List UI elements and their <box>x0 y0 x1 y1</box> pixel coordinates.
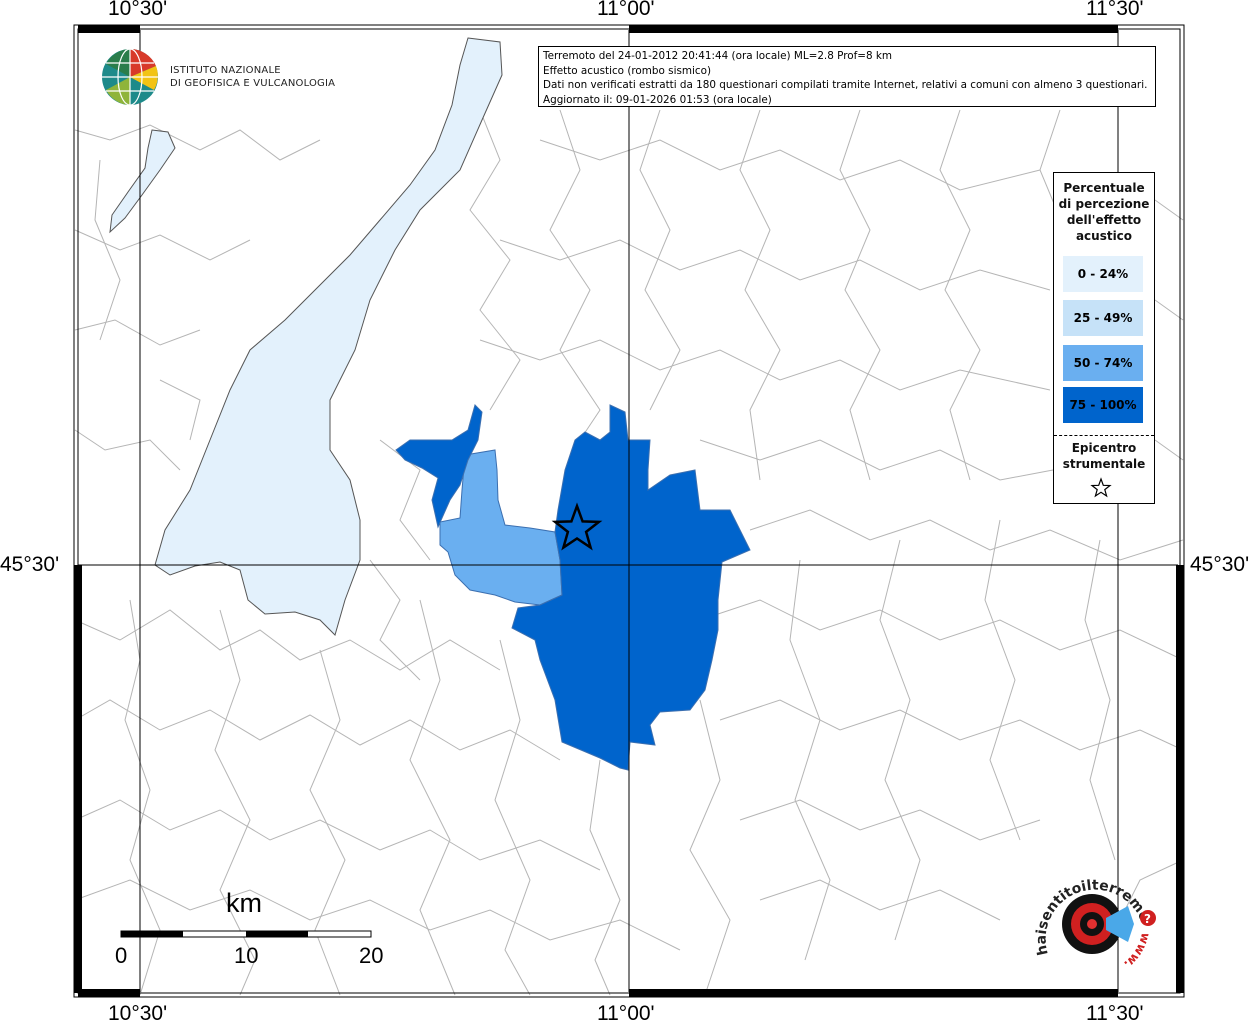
coord-bottom-1: 10°30' <box>108 1002 168 1025</box>
legend-epicenter-line2: strumentale <box>1062 457 1146 471</box>
intensity-areas <box>395 404 751 771</box>
legend-title-line4: acustico <box>1075 229 1133 243</box>
legend-item-50-74: 50 - 74% <box>1063 345 1143 381</box>
scale-bar <box>120 930 372 938</box>
coord-bottom-2: 11°00' <box>597 1002 655 1025</box>
legend-separator <box>1054 435 1154 436</box>
info-line-event: Terremoto del 24-01-2012 20:41:44 (ora l… <box>543 50 893 62</box>
coord-bottom-3: 11°30' <box>1086 1002 1144 1025</box>
scale-tick-20: 20 <box>359 943 384 968</box>
scale-tick-0: 0 <box>115 943 128 968</box>
earthquake-info-box: Terremoto del 24-01-2012 20:41:44 (ora l… <box>538 46 1156 107</box>
legend-epicenter-label: Epicentro strumentale <box>1054 440 1154 472</box>
legend-title-line2: di percezione <box>1058 197 1150 211</box>
legend-item-75-100: 75 - 100% <box>1063 387 1143 423</box>
scale-unit: km <box>226 888 262 918</box>
coord-top-3: 11°30' <box>1086 0 1144 20</box>
coord-left: 45°30' <box>0 553 60 576</box>
legend: Percentuale di percezione dell'effetto a… <box>1053 172 1155 504</box>
legend-title-line1: Percentuale <box>1063 181 1145 195</box>
ingv-name: ISTITUTO NAZIONALE DI GEOFISICA E VULCAN… <box>170 64 335 90</box>
coord-top-2: 11°00' <box>597 0 655 20</box>
legend-epicenter-line1: Epicentro <box>1071 441 1137 455</box>
haisentito-logo-icon[interactable]: haisentitoilterremoto.it www. ? <box>1030 862 1162 982</box>
coord-top-1: 10°30' <box>108 0 168 20</box>
coord-right: 45°30' <box>1190 553 1250 576</box>
legend-title: Percentuale di percezione dell'effetto a… <box>1054 180 1154 244</box>
ingv-name-line2: DI GEOFISICA E VULCANOLOGIA <box>170 78 336 89</box>
legend-item-25-49: 25 - 49% <box>1063 300 1143 336</box>
ingv-name-line1: ISTITUTO NAZIONALE <box>170 65 281 76</box>
legend-title-line3: dell'effetto <box>1066 213 1142 227</box>
info-line-updated: Aggiornato il: 09-01-2026 01:53 (ora loc… <box>543 93 772 106</box>
lake-ledro <box>109 129 176 234</box>
legend-item-0-24: 0 - 24% <box>1063 256 1143 292</box>
legend-star-icon <box>1090 477 1112 498</box>
svg-text:?: ? <box>1144 912 1151 926</box>
scale-tick-10: 10 <box>234 943 259 968</box>
info-line-effect: Effetto acustico (rombo sismico) <box>543 64 712 77</box>
info-line-source: Dati non verificati estratti da 180 ques… <box>543 79 1148 91</box>
